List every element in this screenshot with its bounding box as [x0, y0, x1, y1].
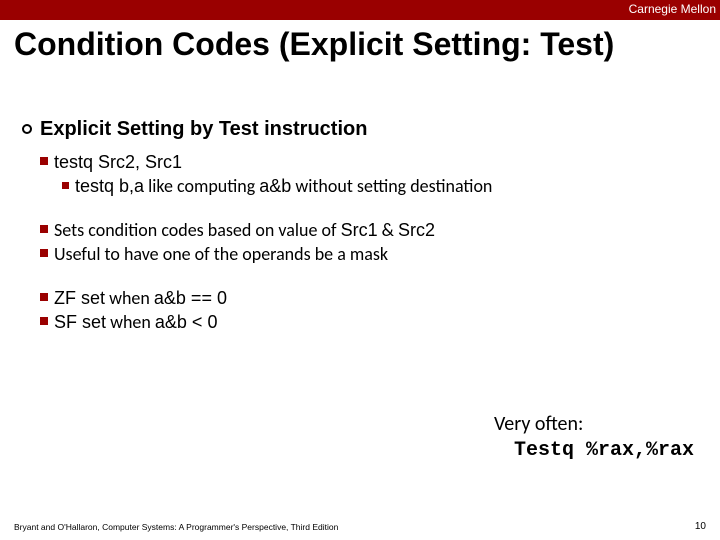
slide-body: Explicit Setting by Test instruction tes…: [22, 118, 700, 335]
testq-args: Src2, Src1: [93, 152, 182, 172]
sf-cond: a&b < 0: [155, 312, 218, 332]
bullet-zf: ZF set when a&b == 0: [40, 287, 700, 309]
sets-cc-text-a: Sets condition codes based on value of: [54, 219, 341, 241]
src1: Src1: [341, 220, 378, 240]
very-often-box: Very often: Testq %rax,%rax: [494, 412, 694, 463]
bullet-square-icon: [62, 182, 69, 189]
bullet-sets-cc: Sets condition codes based on value of S…: [40, 219, 700, 241]
testq-kw: Testq: [514, 439, 586, 462]
zf-set: ZF set: [54, 288, 105, 308]
very-often-line2: Testq %rax,%rax: [494, 437, 694, 463]
without-dest: without setting destination: [291, 175, 492, 197]
a-and-b: a&b: [259, 176, 291, 196]
mask-text: Useful to have one of the operands be a …: [54, 243, 388, 265]
bullet-mask: Useful to have one of the operands be a …: [40, 243, 700, 265]
section-heading-text: Explicit Setting by Test instruction: [40, 118, 367, 140]
bullet-square-icon: [40, 293, 48, 301]
header-bar: Carnegie Mellon: [0, 0, 720, 20]
bullet-square-icon: [40, 317, 48, 325]
bullet-square-icon: [40, 225, 48, 233]
slide: Carnegie Mellon Condition Codes (Explici…: [0, 0, 720, 540]
brand-label: Carnegie Mellon: [629, 2, 716, 16]
zf-cond: a&b == 0: [154, 288, 227, 308]
bullet-testq-explain: testq b,a like computing a&b without set…: [62, 175, 700, 197]
bullet-sf: SF set when a&b < 0: [40, 311, 700, 333]
bullet-square-icon: [40, 157, 48, 165]
zf-when: when: [105, 287, 154, 309]
rax-rax: %rax,%rax: [586, 439, 694, 462]
page-number: 10: [695, 521, 706, 532]
slide-title: Condition Codes (Explicit Setting: Test): [14, 26, 700, 63]
section-heading: Explicit Setting by Test instruction: [22, 118, 700, 141]
bullet-square-icon: [40, 249, 48, 257]
footer-citation: Bryant and O'Hallaron, Computer Systems:…: [14, 522, 338, 532]
sf-when: when: [106, 311, 155, 333]
very-often-line1: Very often:: [494, 412, 694, 437]
testq-instr: testq: [54, 152, 93, 172]
bullet-testq-src: testq Src2, Src1: [40, 151, 700, 173]
bullet-circle-icon: [22, 124, 32, 134]
sf-set: SF set: [54, 312, 106, 332]
src2: Src2: [398, 220, 435, 240]
like-computing: like computing: [144, 175, 259, 197]
amp: &: [378, 219, 398, 241]
testq-ba: testq b,a: [75, 176, 144, 196]
